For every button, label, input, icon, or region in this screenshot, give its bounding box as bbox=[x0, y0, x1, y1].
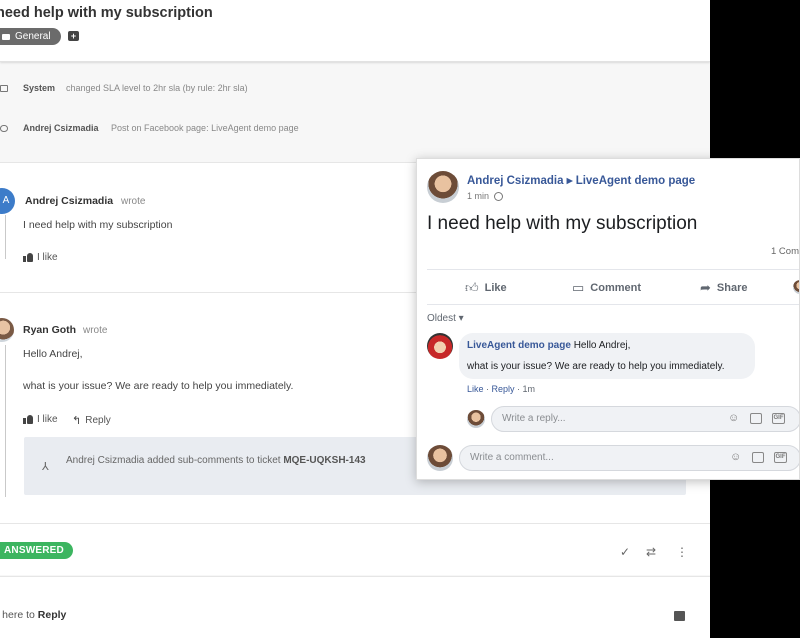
system-event-actor: System bbox=[23, 83, 56, 93]
facebook-event-row: Andrej Csizmadia Post on Facebook page: … bbox=[0, 108, 710, 148]
add-tag-button[interactable]: + bbox=[68, 31, 79, 41]
attachment-icon[interactable] bbox=[674, 611, 685, 621]
system-icon bbox=[0, 84, 8, 92]
ticket-title: need help with my subscription bbox=[0, 5, 213, 21]
like-label: Like bbox=[484, 282, 507, 294]
comment-text: what is your issue? We are ready to help… bbox=[467, 361, 725, 372]
check-circle-icon[interactable]: ✓ bbox=[620, 545, 630, 559]
reply-bar[interactable]: k here to Reply bbox=[0, 576, 710, 638]
comment-reply-link[interactable]: Reply bbox=[492, 384, 515, 394]
avatar[interactable] bbox=[427, 171, 459, 203]
message-text: I need help with my subscription bbox=[23, 219, 173, 231]
comment-like-link[interactable]: Like bbox=[467, 384, 484, 394]
comment-input[interactable]: Write a comment... ☺ GIF bbox=[459, 445, 799, 471]
facebook-event-actor: Andrej Csizmadia bbox=[23, 123, 99, 133]
reply-button[interactable]: ↰ Reply bbox=[72, 414, 111, 427]
camera-icon[interactable] bbox=[752, 452, 764, 463]
share-icon: ➦ bbox=[700, 280, 711, 295]
comment-line-1: LiveAgent demo page Hello Andrej, bbox=[467, 340, 630, 351]
avatar bbox=[467, 410, 485, 428]
thread-line bbox=[5, 215, 6, 259]
emoji-icon[interactable]: ☺ bbox=[730, 451, 741, 463]
status-badge[interactable]: ANSWERED bbox=[0, 542, 73, 559]
tag-icon bbox=[2, 33, 10, 40]
notice-text: Andrej Csizmadia added sub-comments to t… bbox=[66, 455, 281, 466]
triangle-right-icon: ▸ bbox=[566, 175, 573, 187]
post-page[interactable]: LiveAgent demo page bbox=[576, 175, 696, 187]
post-actions: 👍︎ Like ▭ Comment ➦ Share bbox=[427, 269, 799, 305]
avatar[interactable] bbox=[427, 333, 453, 359]
comment-sort-dropdown[interactable]: Oldest ▾ bbox=[427, 313, 464, 324]
comment-bubble: LiveAgent demo page Hello Andrej, what i… bbox=[459, 333, 755, 379]
transfer-icon[interactable]: ⇄ bbox=[646, 545, 656, 559]
ticket-header: need help with my subscription General + bbox=[0, 0, 710, 62]
facebook-icon bbox=[0, 124, 8, 132]
facebook-event-text: Post on Facebook page: LiveAgent demo pa… bbox=[111, 123, 299, 133]
avatar[interactable] bbox=[793, 280, 799, 294]
share-label: Share bbox=[716, 282, 748, 294]
share-button[interactable]: ➦ Share bbox=[700, 280, 747, 296]
globe-icon bbox=[494, 191, 504, 201]
comment-label: Comment bbox=[590, 282, 642, 294]
notice-text-wrap: Andrej Csizmadia added sub-comments to t… bbox=[66, 455, 366, 466]
thumbs-up-icon bbox=[23, 253, 33, 262]
reply-input[interactable]: Write a reply... ☺ GIF bbox=[491, 406, 799, 432]
reply-placeholder: Write a reply... bbox=[502, 413, 566, 424]
like-label: I like bbox=[37, 252, 58, 263]
thread-line bbox=[5, 345, 6, 497]
system-event-text: changed SLA level to 2hr sla (by rule: 2… bbox=[66, 83, 248, 93]
message-greeting: Hello Andrej, bbox=[23, 348, 83, 360]
reply-arrow-icon: ↰ bbox=[72, 415, 82, 427]
message-wrote-label: wrote bbox=[83, 325, 108, 336]
system-event-row: System changed SLA level to 2hr sla (by … bbox=[0, 68, 710, 108]
message-author[interactable]: Andrej Csizmadia bbox=[25, 195, 113, 207]
thumbs-up-icon bbox=[23, 415, 33, 424]
camera-icon[interactable] bbox=[750, 413, 762, 424]
post-time-line: 1 min bbox=[467, 191, 504, 201]
message-wrote-label: wrote bbox=[121, 196, 146, 207]
avatar: A bbox=[0, 188, 15, 214]
subcomment-icon: ⅄ bbox=[42, 461, 49, 473]
comment-time[interactable]: 1m bbox=[523, 384, 536, 394]
ticket-id-link[interactable]: MQE-UQKSH-143 bbox=[283, 455, 365, 466]
comments-count[interactable]: 1 Com bbox=[771, 246, 799, 257]
comment-author[interactable]: LiveAgent demo page bbox=[467, 340, 571, 351]
post-time[interactable]: 1 min bbox=[467, 191, 489, 201]
gif-icon[interactable]: GIF bbox=[774, 452, 787, 463]
comment-meta: Like · Reply · 1m bbox=[467, 384, 536, 394]
gif-icon[interactable]: GIF bbox=[772, 413, 785, 424]
like-button[interactable]: I like bbox=[23, 414, 58, 425]
more-icon[interactable]: ⋮ bbox=[676, 545, 688, 559]
post-text: I need help with my subscription bbox=[427, 213, 698, 234]
comment-icon: ▭ bbox=[572, 280, 585, 295]
emoji-icon[interactable]: ☺ bbox=[728, 412, 739, 424]
post-author[interactable]: Andrej Csizmadia bbox=[467, 175, 564, 187]
message-author[interactable]: Ryan Goth bbox=[23, 324, 76, 336]
reply-label: Reply bbox=[85, 415, 111, 426]
like-button[interactable]: I like bbox=[23, 252, 58, 263]
status-bar: ANSWERED ✓ ⇄ ⋮ bbox=[0, 523, 710, 575]
avatar bbox=[0, 318, 14, 342]
reply-prompt-action: Reply bbox=[37, 609, 67, 621]
like-label: I like bbox=[37, 414, 58, 425]
comment-greeting: Hello Andrej, bbox=[573, 340, 631, 351]
comment-button[interactable]: ▭ Comment bbox=[572, 280, 641, 296]
message-text: what is your issue? We are ready to help… bbox=[23, 380, 294, 392]
facebook-post-card: Andrej Csizmadia ▸ LiveAgent demo page 1… bbox=[416, 158, 800, 480]
post-author-line: Andrej Csizmadia ▸ LiveAgent demo page bbox=[467, 173, 695, 187]
tag-label: General bbox=[15, 31, 51, 42]
thumbs-up-icon: 👍︎ bbox=[465, 280, 479, 295]
comment-placeholder: Write a comment... bbox=[470, 452, 554, 463]
reply-prompt-prefix: k here to bbox=[0, 609, 35, 621]
avatar bbox=[427, 445, 453, 471]
tag-general[interactable]: General bbox=[0, 28, 61, 45]
reply-prompt[interactable]: k here to Reply bbox=[0, 609, 66, 621]
like-button[interactable]: 👍︎ Like bbox=[465, 280, 507, 296]
